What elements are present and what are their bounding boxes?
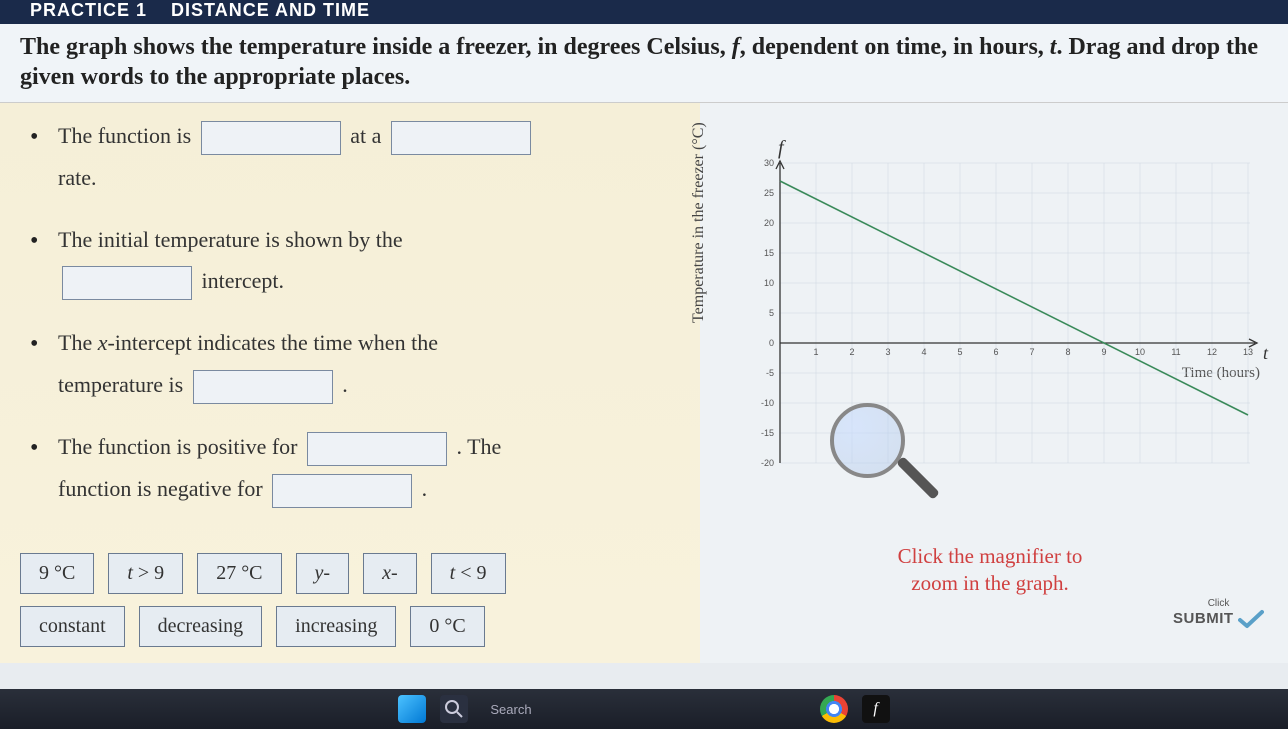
mag-hint-1: Click the magnifier to: [898, 544, 1083, 568]
chip-t-gt-9[interactable]: t > 9: [108, 553, 183, 594]
stmt2-text-b: intercept.: [202, 268, 284, 293]
submit-label: SUBMIT: [1173, 610, 1234, 627]
drop-slot-4b[interactable]: [272, 474, 412, 508]
stmt1-text-a: The function is: [58, 123, 191, 148]
line-chart: 30 25 20 15 10 5 0 -5 -10 -15 -20 1 2 3 …: [740, 153, 1260, 493]
stmt4-text-b: . The: [457, 434, 502, 459]
statements-panel: The function is at a rate. The initial t…: [0, 103, 700, 663]
start-icon[interactable]: [398, 695, 426, 723]
magnifier-hint: Click the magnifier to zoom in the graph…: [820, 543, 1160, 598]
statement-1: The function is at a rate.: [30, 115, 690, 199]
submit-button[interactable]: Click SUBMIT: [1173, 598, 1264, 629]
graph-panel: Temperature in the freezer (°C) f t Time…: [700, 103, 1288, 663]
chip-x[interactable]: x-: [363, 553, 417, 594]
lesson-header: PRACTICE 1 DISTANCE AND TIME: [0, 0, 1288, 24]
svg-text:30: 30: [764, 158, 774, 168]
chip-9c[interactable]: 9 °C: [20, 553, 94, 594]
checkmark-icon: [1238, 609, 1264, 629]
drop-slot-1b[interactable]: [391, 121, 531, 155]
svg-text:20: 20: [764, 218, 774, 228]
svg-text:25: 25: [764, 188, 774, 198]
temperature-line: [780, 181, 1248, 415]
svg-text:15: 15: [764, 248, 774, 258]
header-title: DISTANCE AND TIME: [171, 0, 370, 20]
chip-27c[interactable]: 27 °C: [197, 553, 281, 594]
svg-text:7: 7: [1029, 347, 1034, 357]
svg-text:5: 5: [769, 308, 774, 318]
svg-text:1: 1: [813, 347, 818, 357]
chip-constant[interactable]: constant: [20, 606, 125, 647]
stmt1-text-c: rate.: [58, 165, 96, 190]
stmt3-text-b: .: [342, 372, 348, 397]
statement-2: The initial temperature is shown by the …: [30, 219, 690, 303]
svg-text:3: 3: [885, 347, 890, 357]
mag-hint-2: zoom in the graph.: [911, 571, 1068, 595]
svg-text:5: 5: [957, 347, 962, 357]
magnifier-icon[interactable]: [830, 403, 940, 513]
svg-text:-20: -20: [761, 458, 774, 468]
svg-text:12: 12: [1207, 347, 1217, 357]
svg-text:11: 11: [1171, 347, 1180, 357]
chrome-icon[interactable]: [820, 695, 848, 723]
statement-3: The x-intercept indicates the time when …: [30, 322, 690, 406]
stmt4-text-c: function is negative for: [58, 476, 263, 501]
svg-text:13: 13: [1243, 347, 1253, 357]
main-area: The function is at a rate. The initial t…: [0, 103, 1288, 663]
chip-decreasing[interactable]: decreasing: [139, 606, 263, 647]
chip-y[interactable]: y-: [296, 553, 350, 594]
svg-text:0: 0: [769, 338, 774, 348]
header-prefix: PRACTICE 1: [30, 0, 147, 20]
svg-text:-5: -5: [766, 368, 774, 378]
stmt1-text-b: at a: [350, 123, 381, 148]
chip-0c[interactable]: 0 °C: [410, 606, 484, 647]
drop-slot-4a[interactable]: [307, 432, 447, 466]
svg-text:8: 8: [1065, 347, 1070, 357]
app-icon[interactable]: f: [862, 695, 890, 723]
svg-text:4: 4: [921, 347, 926, 357]
svg-text:2: 2: [849, 347, 854, 357]
chip-t-lt-9[interactable]: t < 9: [431, 553, 506, 594]
svg-text:6: 6: [993, 347, 998, 357]
svg-text:-15: -15: [761, 428, 774, 438]
svg-text:10: 10: [764, 278, 774, 288]
drop-slot-1a[interactable]: [201, 121, 341, 155]
stmt4-text-d: .: [422, 476, 428, 501]
svg-text:-10: -10: [761, 398, 774, 408]
windows-taskbar[interactable]: Search f: [0, 689, 1288, 729]
svg-text:9: 9: [1101, 347, 1106, 357]
chart-container: Temperature in the freezer (°C) f t Time…: [700, 133, 1270, 513]
stmt2-text-a: The initial temperature is shown by the: [58, 227, 403, 252]
question-prompt: The graph shows the temperature inside a…: [0, 24, 1288, 103]
y-axis-label: Temperature in the freezer (°C): [690, 122, 708, 323]
submit-small: Click: [1173, 598, 1264, 609]
svg-text:10: 10: [1135, 347, 1145, 357]
stmt4-text-a: The function is positive for: [58, 434, 298, 459]
t-symbol: t: [1263, 343, 1268, 364]
taskbar-search-label[interactable]: Search: [490, 702, 531, 717]
chip-increasing[interactable]: increasing: [276, 606, 396, 647]
statement-4: The function is positive for . The funct…: [30, 426, 690, 510]
drop-slot-2[interactable]: [62, 266, 192, 300]
search-icon[interactable]: [440, 695, 468, 723]
drop-slot-3[interactable]: [193, 370, 333, 404]
answer-chips: 9 °C t > 9 27 °C y- x- t < 9 constant de…: [20, 547, 700, 653]
